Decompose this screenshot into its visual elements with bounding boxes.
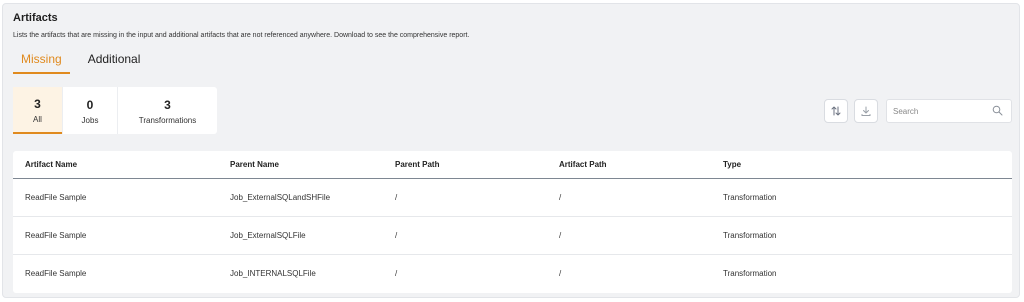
cell-parent-name: Job_ExternalSQLandSHFile: [230, 193, 331, 202]
cell-artifact-path: /: [559, 193, 562, 202]
column-header-artifact-path[interactable]: Artifact Path: [559, 160, 607, 169]
filter-jobs-label: Jobs: [81, 115, 99, 125]
cell-artifact-name: ReadFile Sample: [25, 193, 87, 202]
cell-artifact-name: ReadFile Sample: [25, 231, 87, 240]
filter-transformations[interactable]: 3 Transformations: [117, 87, 217, 134]
sort-arrows-icon: [831, 106, 841, 116]
search-box: [886, 99, 1012, 123]
filter-all[interactable]: 3 All: [13, 87, 62, 134]
sort-button[interactable]: [824, 99, 848, 123]
cell-type: Transformation: [723, 193, 777, 202]
cell-parent-path: /: [395, 269, 398, 278]
artifacts-table: Artifact Name Parent Name Parent Path Ar…: [13, 151, 1012, 293]
cell-type: Transformation: [723, 231, 777, 240]
filter-all-count: 3: [34, 96, 41, 111]
table-row[interactable]: ReadFile Sample Job_ExternalSQLFile / / …: [13, 217, 1012, 255]
tab-additional[interactable]: Additional: [80, 48, 149, 74]
cell-parent-name: Job_ExternalSQLFile: [230, 231, 306, 240]
cell-parent-path: /: [395, 193, 398, 202]
download-icon: [861, 106, 871, 116]
table-header: Artifact Name Parent Name Parent Path Ar…: [13, 151, 1012, 179]
filter-transformations-count: 3: [164, 97, 171, 112]
filter-all-label: All: [33, 114, 42, 124]
cell-artifact-path: /: [559, 269, 562, 278]
column-header-type[interactable]: Type: [723, 160, 741, 169]
panel-description: Lists the artifacts that are missing in …: [13, 32, 470, 39]
search-icon[interactable]: [992, 105, 1003, 116]
column-header-parent-name[interactable]: Parent Name: [230, 160, 279, 169]
tab-missing[interactable]: Missing: [13, 48, 70, 74]
filter-group: 3 All 0 Jobs 3 Transformations: [13, 87, 217, 134]
panel-title: Artifacts: [13, 12, 58, 24]
cell-artifact-path: /: [559, 231, 562, 240]
download-button[interactable]: [854, 99, 878, 123]
filter-jobs-count: 0: [86, 97, 94, 112]
table-row[interactable]: ReadFile Sample Job_ExternalSQLandSHFile…: [13, 179, 1012, 217]
filter-transformations-label: Transformations: [138, 115, 197, 125]
table-row[interactable]: ReadFile Sample Job_INTERNALSQLFile / / …: [13, 255, 1012, 293]
artifacts-panel: Artifacts Lists the artifacts that are m…: [2, 3, 1020, 298]
cell-type: Transformation: [723, 269, 777, 278]
column-header-parent-path[interactable]: Parent Path: [395, 160, 439, 169]
cell-artifact-name: ReadFile Sample: [25, 269, 87, 278]
cell-parent-name: Job_INTERNALSQLFile: [230, 269, 316, 278]
cell-parent-path: /: [395, 231, 398, 240]
search-input[interactable]: [893, 104, 989, 119]
column-header-artifact-name[interactable]: Artifact Name: [25, 160, 77, 169]
filter-jobs[interactable]: 0 Jobs: [62, 87, 117, 134]
tab-bar: Missing Additional: [13, 48, 158, 76]
